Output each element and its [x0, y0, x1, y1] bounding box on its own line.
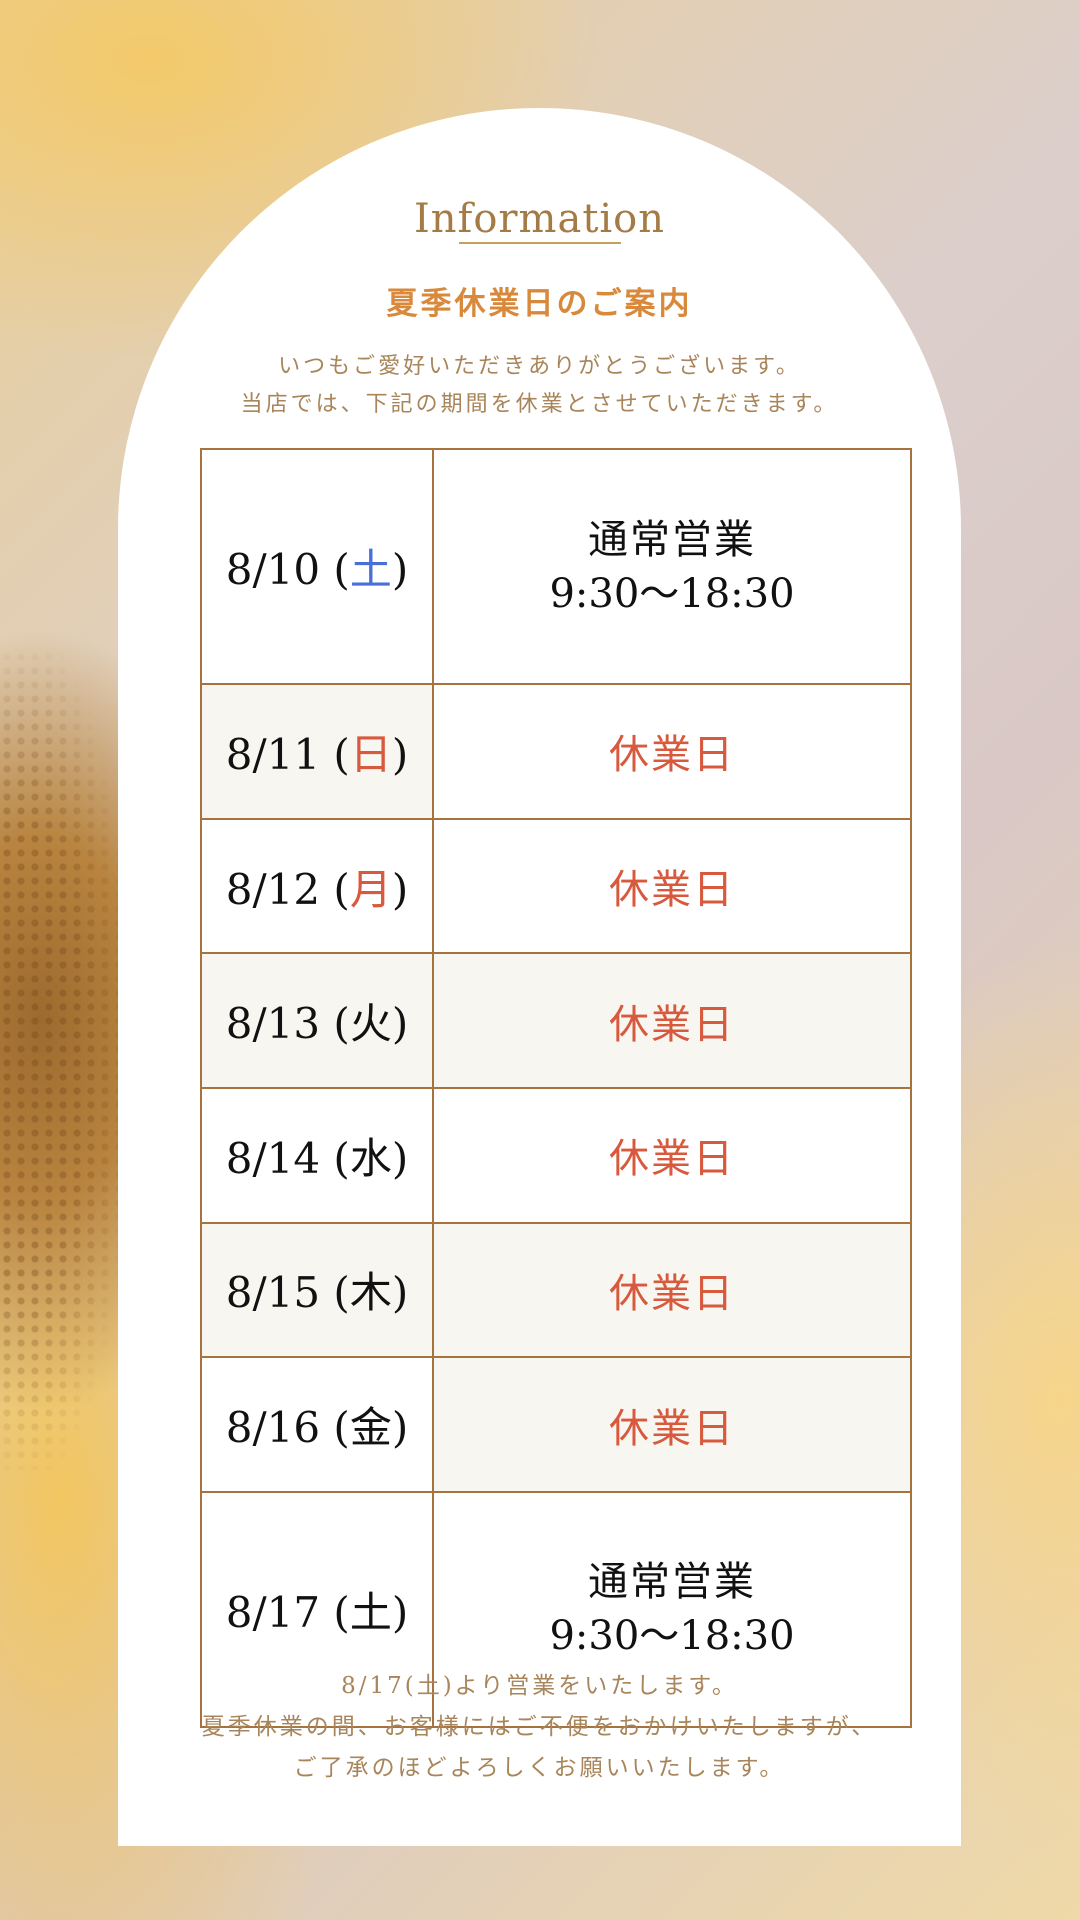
- weekday-text: 土: [349, 1587, 392, 1637]
- intro-line: いつもご愛好いただきありがとうございます。: [278, 354, 801, 379]
- date-cell: 8/16 (金): [200, 1356, 434, 1493]
- status-text: 通常営業: [588, 516, 756, 563]
- closing-line: 8/17(土)より営業をいたします。: [341, 1673, 738, 1699]
- status-cell: 休業日: [432, 952, 912, 1089]
- status-text: 通常営業: [588, 1559, 756, 1606]
- status-text: 休業日: [609, 867, 735, 914]
- info-title: Information: [413, 196, 666, 242]
- date-text: 8/13: [225, 999, 321, 1049]
- closing-line: ご了承のほどよろしくお願いいたします。: [293, 1755, 786, 1781]
- date-text: 8/14: [225, 1133, 321, 1183]
- schedule-row: 8/15 (木) 休業日: [200, 1221, 912, 1359]
- schedule-row: 8/16 (金) 休業日: [200, 1356, 912, 1493]
- weekday-text: 月: [349, 864, 392, 914]
- status-cell: 休業日: [432, 1086, 912, 1224]
- status-text: 休業日: [609, 1405, 735, 1452]
- schedule-table: 8/10 (土) 通常営業 9:30〜18:30 8/11 (日) 休業日 8/1…: [200, 447, 912, 1729]
- sunflower-background: [0, 650, 130, 1470]
- weekday-text: 日: [349, 729, 392, 779]
- weekday-text: 水: [349, 1133, 392, 1183]
- status-cell: 休業日: [432, 817, 912, 955]
- date-cell: 8/11 (日): [200, 683, 434, 820]
- page-heading: 夏季休業日のご案内: [386, 286, 693, 322]
- date-cell: 8/14 (水): [200, 1086, 434, 1224]
- weekday-text: 土: [349, 545, 392, 595]
- intro-line: 当店では、下記の期間を休業とさせていただきます。: [240, 392, 839, 417]
- date-cell: 8/13 (火): [200, 952, 434, 1089]
- closing-text: 8/17(土)より営業をいたします。 夏季休業の間、お客様にはご不便をおかけいた…: [118, 1666, 961, 1789]
- date-cell: 8/12 (月): [200, 817, 434, 955]
- schedule-row: 8/12 (月) 休業日: [200, 817, 912, 955]
- title-underline: [459, 242, 621, 244]
- weekday-text: 木: [349, 1268, 392, 1318]
- date-text: 8/12: [225, 864, 321, 914]
- status-cell: 休業日: [432, 683, 912, 820]
- hours-text: 9:30〜18:30: [549, 1613, 795, 1660]
- status-text: 休業日: [609, 1270, 735, 1317]
- schedule-row: 8/11 (日) 休業日: [200, 683, 912, 820]
- date-text: 8/16: [225, 1403, 321, 1453]
- date-text: 8/17: [225, 1587, 321, 1637]
- date-text: 8/15: [225, 1268, 321, 1318]
- status-text: 休業日: [609, 732, 735, 779]
- status-cell: 休業日: [432, 1356, 912, 1493]
- status-text: 休業日: [609, 1136, 735, 1183]
- arch-card: Information 夏季休業日のご案内 いつもご愛好いただきありがとうござい…: [118, 108, 961, 1846]
- date-cell: 8/10 (土): [200, 447, 434, 686]
- date-text: 8/10: [225, 545, 321, 595]
- date-text: 8/11: [225, 729, 321, 779]
- hours-text: 9:30〜18:30: [549, 570, 795, 617]
- schedule-row: 8/13 (火) 休業日: [200, 952, 912, 1089]
- weekday-text: 金: [349, 1403, 392, 1453]
- schedule-row: 8/14 (水) 休業日: [200, 1086, 912, 1224]
- status-text: 休業日: [609, 1001, 735, 1048]
- date-cell: 8/15 (木): [200, 1221, 434, 1359]
- weekday-text: 火: [349, 999, 392, 1049]
- intro-text: いつもご愛好いただきありがとうございます。 当店では、下記の期間を休業とさせてい…: [118, 348, 961, 424]
- status-cell: 通常営業 9:30〜18:30: [432, 447, 912, 686]
- closing-line: 夏季休業の間、お客様にはご不便をおかけいたしますが、: [201, 1714, 878, 1740]
- schedule-row: 8/10 (土) 通常営業 9:30〜18:30: [200, 447, 912, 686]
- status-cell: 休業日: [432, 1221, 912, 1359]
